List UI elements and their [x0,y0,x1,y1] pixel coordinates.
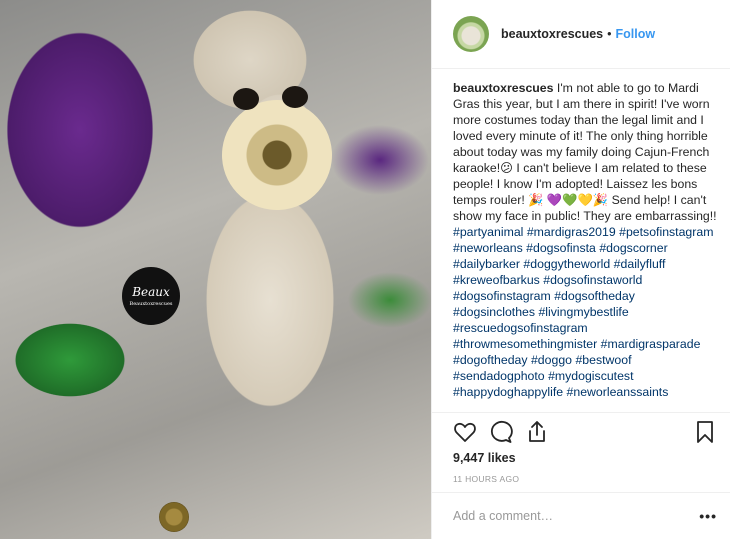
heart-icon[interactable] [453,420,477,444]
post-photo[interactable]: Beaux Beauxtoxrescues [0,0,431,539]
comment-bubble-icon[interactable] [489,420,513,444]
hashtag-link[interactable]: #throwmesomethingmister [453,337,597,351]
photo-logo-sub: Beauxtoxrescues [129,301,173,307]
instagram-post: Beaux Beauxtoxrescues beauxtoxrescues • … [0,0,730,539]
comment-input[interactable] [453,509,683,523]
hashtag-link[interactable]: #mardigras2019 [527,225,616,239]
photo-logo-main: Beaux [132,285,170,299]
avatar[interactable] [453,16,489,52]
hashtag-link[interactable]: #mardigrasparade [601,337,701,351]
hashtag-link[interactable]: #dogsinclothes [453,305,535,319]
photo-eye-left [233,88,259,110]
post-side-panel: beauxtoxrescues • Follow beauxtoxrescues… [431,0,730,539]
hashtag-link[interactable]: #neworleanssaints [567,385,669,399]
hashtag-link[interactable]: #sendadogphoto [453,369,545,383]
share-icon[interactable] [525,420,549,444]
hashtag-link[interactable]: #dogsofinstagram [453,289,551,303]
header-separator: • [607,27,612,41]
photo-hat [209,87,345,223]
photo-coin [159,502,189,532]
party-emoji-icon: 🎉 [528,193,544,207]
hashtag-link[interactable]: #dogsofinsta [526,241,596,255]
hashtag-link[interactable]: #neworleans [453,241,523,255]
bookmark-icon[interactable] [693,420,717,444]
hashtag-link[interactable]: #livingmybestlife [538,305,628,319]
photo-watermark-logo: Beaux Beauxtoxrescues [122,267,180,325]
hashtag-link[interactable]: #kreweofbarkus [453,273,540,287]
hashtag-link[interactable]: #bestwoof [575,353,631,367]
action-bar [453,420,717,446]
header-username[interactable]: beauxtoxrescues [501,27,603,41]
hashtag-link[interactable]: #rescuedogsofinstagram [453,321,588,335]
post-caption: beauxtoxrescues I'm not able to go to Ma… [453,80,717,413]
hashtag-link[interactable]: #happydoghappylife [453,385,563,399]
hashtag-link[interactable]: #doggytheworld [523,257,610,271]
follow-button[interactable]: Follow [616,27,656,41]
hashtag-link[interactable]: #doggo [531,353,572,367]
hashtag-link[interactable]: #dogsoftheday [554,289,635,303]
post-timestamp[interactable]: 11 HOURS AGO [453,474,519,484]
hearts-emoji-icon: 💜💚💛 [546,193,593,207]
caption-username[interactable]: beauxtoxrescues [453,81,553,95]
hashtag-link[interactable]: #dogoftheday [453,353,528,367]
divider [432,492,730,493]
hashtag-link[interactable]: #mydogiscutest [548,369,633,383]
divider [432,412,730,413]
hashtag-link[interactable]: #dailyfluff [614,257,666,271]
confused-emoji-icon: 😕 [500,161,513,175]
hashtag-link[interactable]: #dogscorner [599,241,667,255]
hashtag-link[interactable]: #partyanimal [453,225,523,239]
like-count[interactable]: 9,447 likes [453,451,516,465]
hashtag-link[interactable]: #petsofinstagram [619,225,713,239]
comment-box: ••• [453,506,717,526]
hashtag-link[interactable]: #dogsofinstaworld [543,273,642,287]
post-header: beauxtoxrescues • Follow [432,0,730,69]
hashtag-link[interactable]: #dailybarker [453,257,520,271]
more-options-icon[interactable]: ••• [699,508,717,524]
hashtag-list: #partyanimal #mardigras2019 #petsofinsta… [453,225,713,399]
party-emoji-icon-2: 🎉 [592,193,609,207]
photo-eye-right [282,86,308,108]
